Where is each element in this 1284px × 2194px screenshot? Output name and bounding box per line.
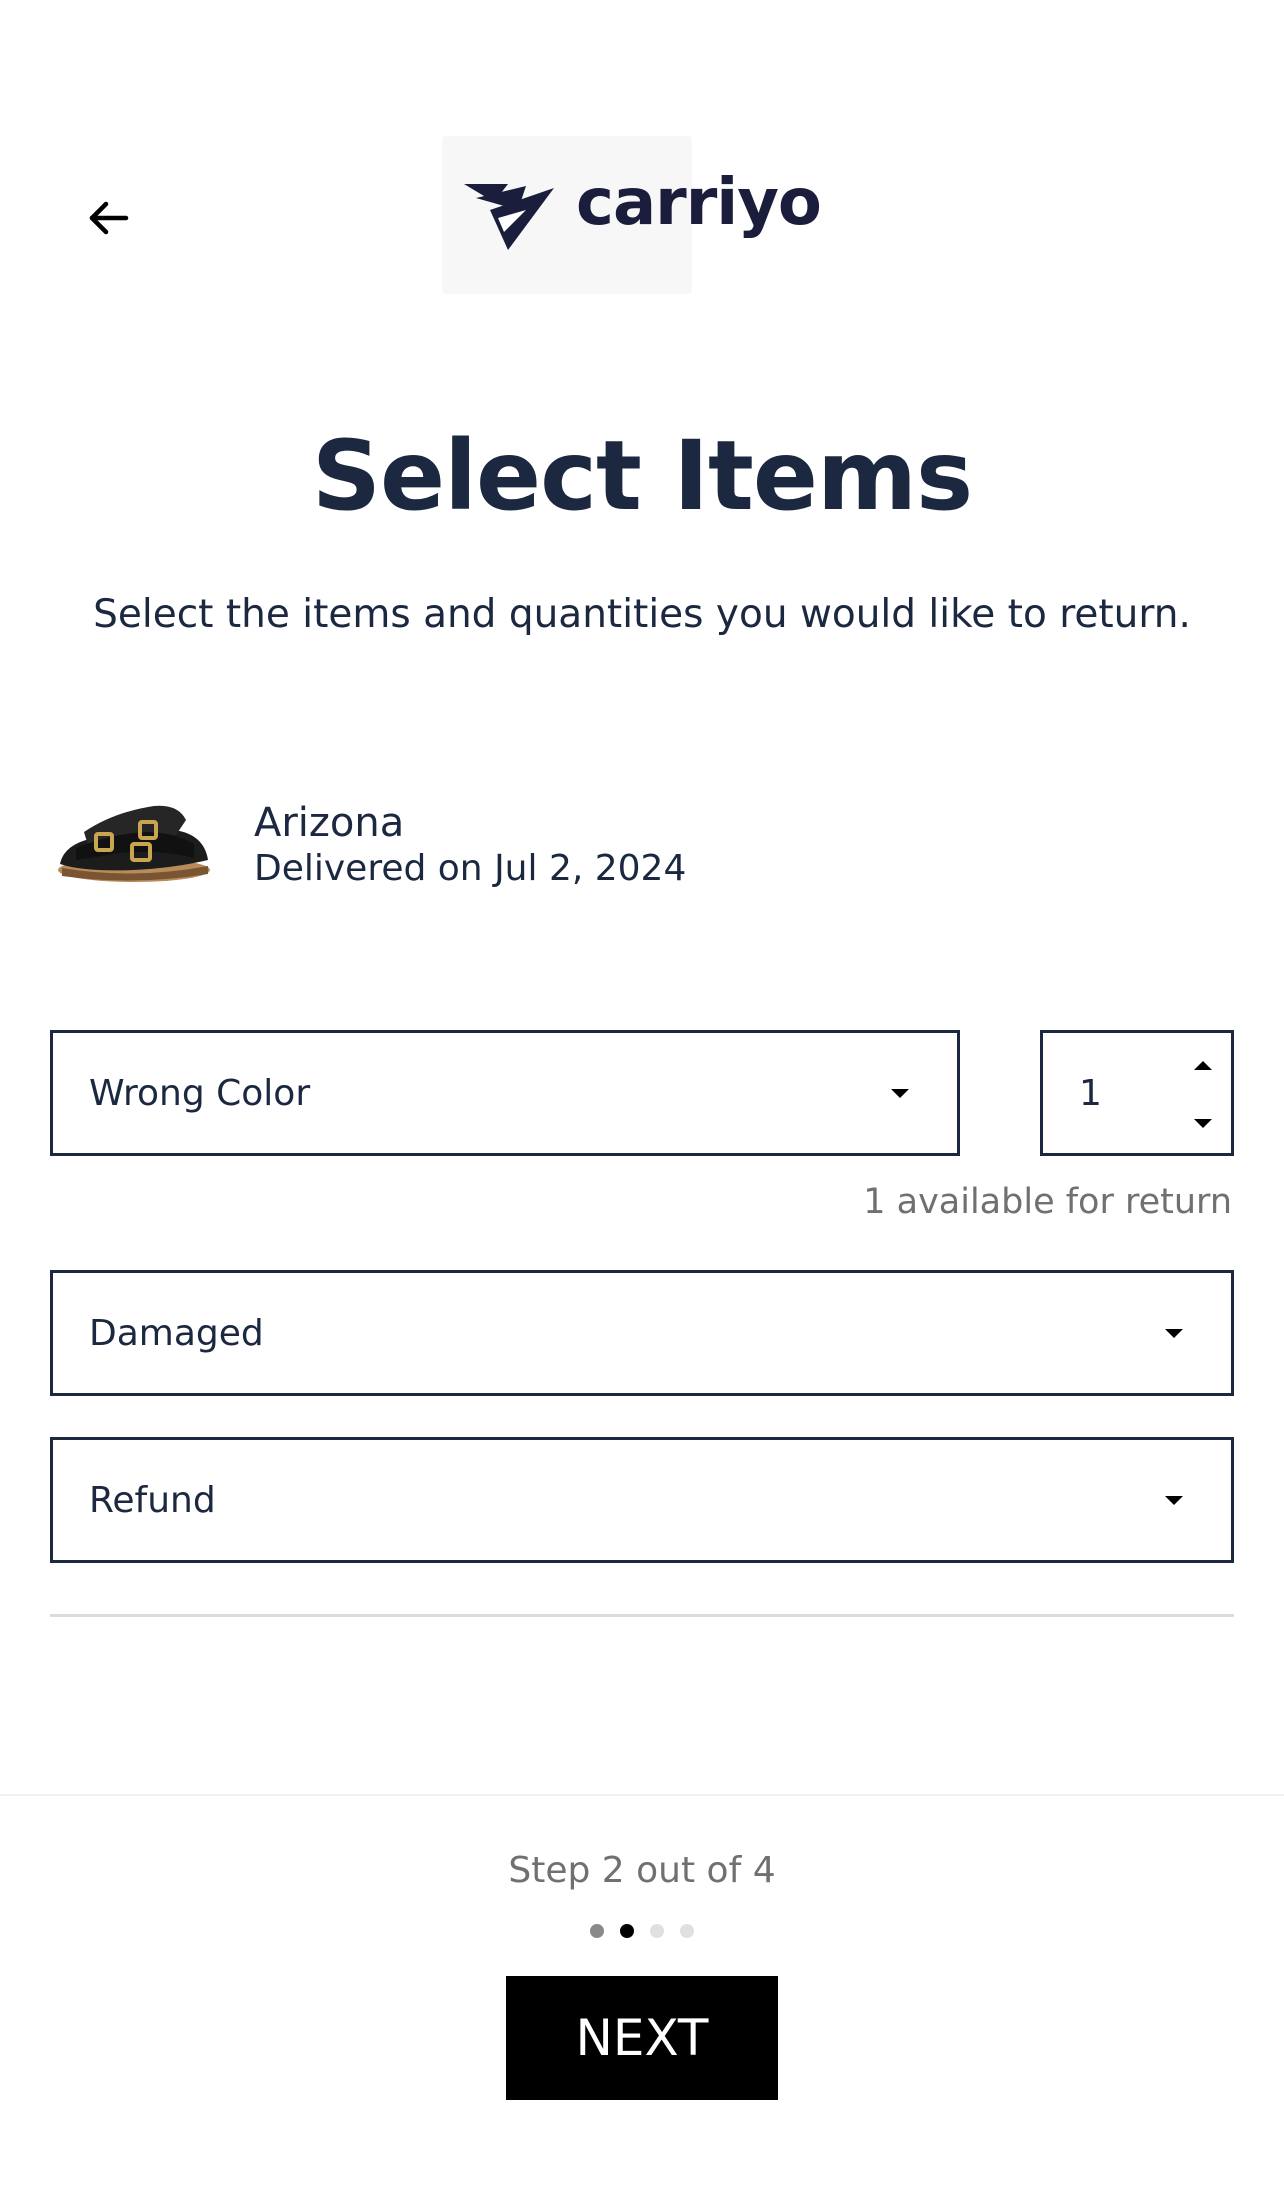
product-delivery-date: Delivered on Jul 2, 2024 xyxy=(254,848,687,889)
resolution-value: Refund xyxy=(89,1479,216,1521)
quantity-decrement-button[interactable] xyxy=(1189,1111,1217,1135)
return-reason-select[interactable]: Wrong Color xyxy=(50,1030,960,1156)
page-title: Select Items xyxy=(311,420,973,532)
product-name: Arizona xyxy=(254,800,405,846)
step-dot xyxy=(680,1924,694,1938)
step-dot xyxy=(590,1924,604,1938)
page-subtitle: Select the items and quantities you woul… xyxy=(93,592,1191,637)
step-dot xyxy=(650,1924,664,1938)
resolution-select[interactable]: Refund xyxy=(50,1437,1234,1563)
quantity-stepper[interactable]: 1 xyxy=(1040,1030,1234,1156)
caret-up-icon xyxy=(1194,1060,1212,1070)
logo-text: carriyo xyxy=(576,166,822,240)
product-image xyxy=(58,805,210,882)
sub-reason-value: Damaged xyxy=(89,1312,264,1354)
back-button[interactable] xyxy=(80,190,136,246)
divider xyxy=(50,1614,1234,1617)
carriyo-logo-mark-icon xyxy=(464,184,554,250)
arrow-left-icon xyxy=(89,201,129,235)
caret-down-icon xyxy=(1194,1118,1212,1128)
return-reason-value: Wrong Color xyxy=(89,1072,311,1114)
step-progress-dots xyxy=(0,1924,1284,1938)
step-indicator-text: Step 2 out of 4 xyxy=(508,1850,776,1891)
quantity-value: 1 xyxy=(1079,1073,1102,1114)
available-for-return-text: 1 available for return xyxy=(863,1182,1232,1222)
caret-down-icon xyxy=(1165,1329,1183,1338)
caret-down-icon xyxy=(891,1089,909,1098)
sub-reason-select[interactable]: Damaged xyxy=(50,1270,1234,1396)
carriyo-logo: carriyo xyxy=(442,136,822,294)
caret-down-icon xyxy=(1165,1496,1183,1505)
quantity-increment-button[interactable] xyxy=(1189,1053,1217,1077)
step-dot-active xyxy=(620,1924,634,1938)
footer-bar: Step 2 out of 4 NEXT xyxy=(0,1794,1284,2194)
next-button[interactable]: NEXT xyxy=(506,1976,778,2100)
